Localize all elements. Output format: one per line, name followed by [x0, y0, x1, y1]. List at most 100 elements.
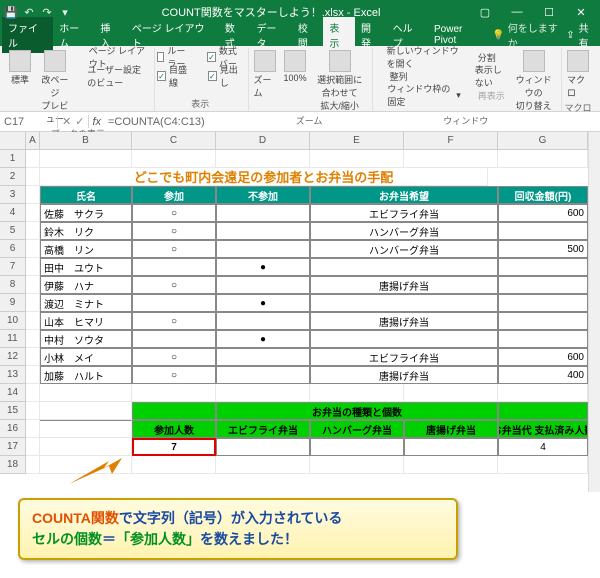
cell[interactable] [26, 168, 40, 186]
cell[interactable] [498, 276, 588, 294]
cell[interactable]: 中村 ソウタ [40, 330, 132, 348]
formula-input[interactable]: =COUNTA(C4:C13) [104, 116, 209, 128]
maximize-button[interactable]: ☐ [534, 2, 564, 22]
cell[interactable] [40, 420, 132, 438]
row-header[interactable]: 14 [0, 384, 26, 402]
cell[interactable] [216, 438, 310, 456]
cell[interactable]: 鈴木 リク [40, 222, 132, 240]
cell[interactable] [310, 150, 404, 168]
cell[interactable] [26, 420, 40, 438]
cell[interactable]: 加藤 ハルト [40, 366, 132, 384]
row-header[interactable]: 10 [0, 312, 26, 330]
cell[interactable]: エビフライ弁当 [216, 420, 310, 438]
cell[interactable] [216, 384, 310, 402]
cell[interactable] [498, 150, 588, 168]
cell[interactable] [26, 150, 40, 168]
tell-me[interactable]: 💡何をしますか [492, 20, 566, 50]
row-header[interactable]: 16 [0, 420, 26, 438]
cell[interactable] [498, 258, 588, 276]
cell[interactable] [132, 384, 216, 402]
row-header[interactable]: 18 [0, 456, 26, 474]
select-all-corner[interactable] [0, 132, 26, 149]
fx-icon[interactable]: fx [89, 116, 104, 128]
row-header[interactable]: 15 [0, 402, 26, 420]
cell[interactable] [216, 348, 310, 366]
cell[interactable]: ● [216, 330, 310, 348]
row-header[interactable]: 5 [0, 222, 26, 240]
cell[interactable]: お弁当希望 [310, 186, 498, 204]
enter-icon[interactable]: ✓ [75, 115, 84, 128]
save-icon[interactable]: 💾 [4, 5, 18, 19]
row-header[interactable]: 4 [0, 204, 26, 222]
cell[interactable] [498, 384, 588, 402]
macro-button[interactable]: マクロ [564, 48, 592, 101]
col-header[interactable]: A [26, 132, 40, 149]
cell[interactable] [216, 456, 310, 474]
cell[interactable]: 不参加 [216, 186, 310, 204]
row-header[interactable]: 2 [0, 168, 26, 186]
cell[interactable] [40, 150, 132, 168]
cell[interactable] [26, 438, 40, 456]
cell[interactable]: 唐揚げ弁当 [404, 420, 498, 438]
normal-view-button[interactable]: 標準 [6, 48, 34, 88]
cell[interactable]: 高橋 リン [40, 240, 132, 258]
cell[interactable] [310, 438, 404, 456]
cell[interactable]: どこでも町内会遠足の参加者とお弁当の手配 [40, 168, 488, 186]
cell[interactable]: エビフライ弁当 [310, 204, 498, 222]
cell[interactable] [26, 186, 40, 204]
cell[interactable] [132, 294, 216, 312]
cell[interactable]: 山本 ヒマリ [40, 312, 132, 330]
cell[interactable] [26, 276, 40, 294]
cell[interactable] [216, 312, 310, 330]
cell[interactable]: 唐揚げ弁当 [310, 276, 498, 294]
hide-button[interactable]: 表示しない [463, 67, 508, 85]
cell[interactable]: 田中 ユウト [40, 258, 132, 276]
cell[interactable] [40, 438, 132, 456]
cell[interactable]: ● [216, 258, 310, 276]
col-header[interactable]: C [132, 132, 216, 149]
zoom-button[interactable]: ズーム [251, 48, 279, 101]
cell[interactable] [310, 294, 498, 312]
cell[interactable]: 小林 メイ [40, 348, 132, 366]
custom-view-button[interactable]: ユーザー設定のビュー [76, 67, 150, 85]
col-header[interactable]: B [40, 132, 132, 149]
col-header[interactable]: E [310, 132, 404, 149]
new-window-button[interactable]: 新しいウィンドウを開く [375, 48, 461, 66]
col-header[interactable]: F [404, 132, 498, 149]
cell[interactable]: 4 [498, 438, 588, 456]
row-header[interactable]: 12 [0, 348, 26, 366]
cell[interactable] [40, 384, 132, 402]
cell[interactable] [132, 258, 216, 276]
cell[interactable] [26, 456, 40, 474]
cell[interactable] [26, 294, 40, 312]
cell[interactable] [26, 240, 40, 258]
cancel-icon[interactable]: ✕ [62, 115, 71, 128]
cell[interactable] [26, 204, 40, 222]
cell[interactable]: ○ [132, 204, 216, 222]
cell[interactable]: ハンバーグ弁当 [310, 222, 498, 240]
cell[interactable] [216, 222, 310, 240]
cell[interactable] [404, 438, 498, 456]
cell[interactable]: 伊藤 ハナ [40, 276, 132, 294]
zoom-100-button[interactable]: 100% [281, 48, 310, 85]
cell[interactable]: ○ [132, 240, 216, 258]
cell[interactable] [498, 330, 588, 348]
cell[interactable] [26, 366, 40, 384]
cell[interactable] [132, 456, 216, 474]
row-header[interactable]: 11 [0, 330, 26, 348]
cell[interactable] [498, 402, 588, 420]
minimize-button[interactable]: — [502, 2, 532, 22]
cell[interactable] [26, 222, 40, 240]
cell[interactable] [498, 222, 588, 240]
cell[interactable]: 氏名 [40, 186, 132, 204]
cell[interactable] [216, 366, 310, 384]
cell[interactable]: お弁当の種類と個数 [216, 402, 498, 420]
cell[interactable] [26, 330, 40, 348]
cell[interactable]: ○ [132, 312, 216, 330]
cell[interactable] [310, 384, 404, 402]
cell[interactable]: ○ [132, 348, 216, 366]
cell[interactable]: ● [216, 294, 310, 312]
row-header[interactable]: 6 [0, 240, 26, 258]
cell[interactable] [216, 240, 310, 258]
cell[interactable] [26, 384, 40, 402]
